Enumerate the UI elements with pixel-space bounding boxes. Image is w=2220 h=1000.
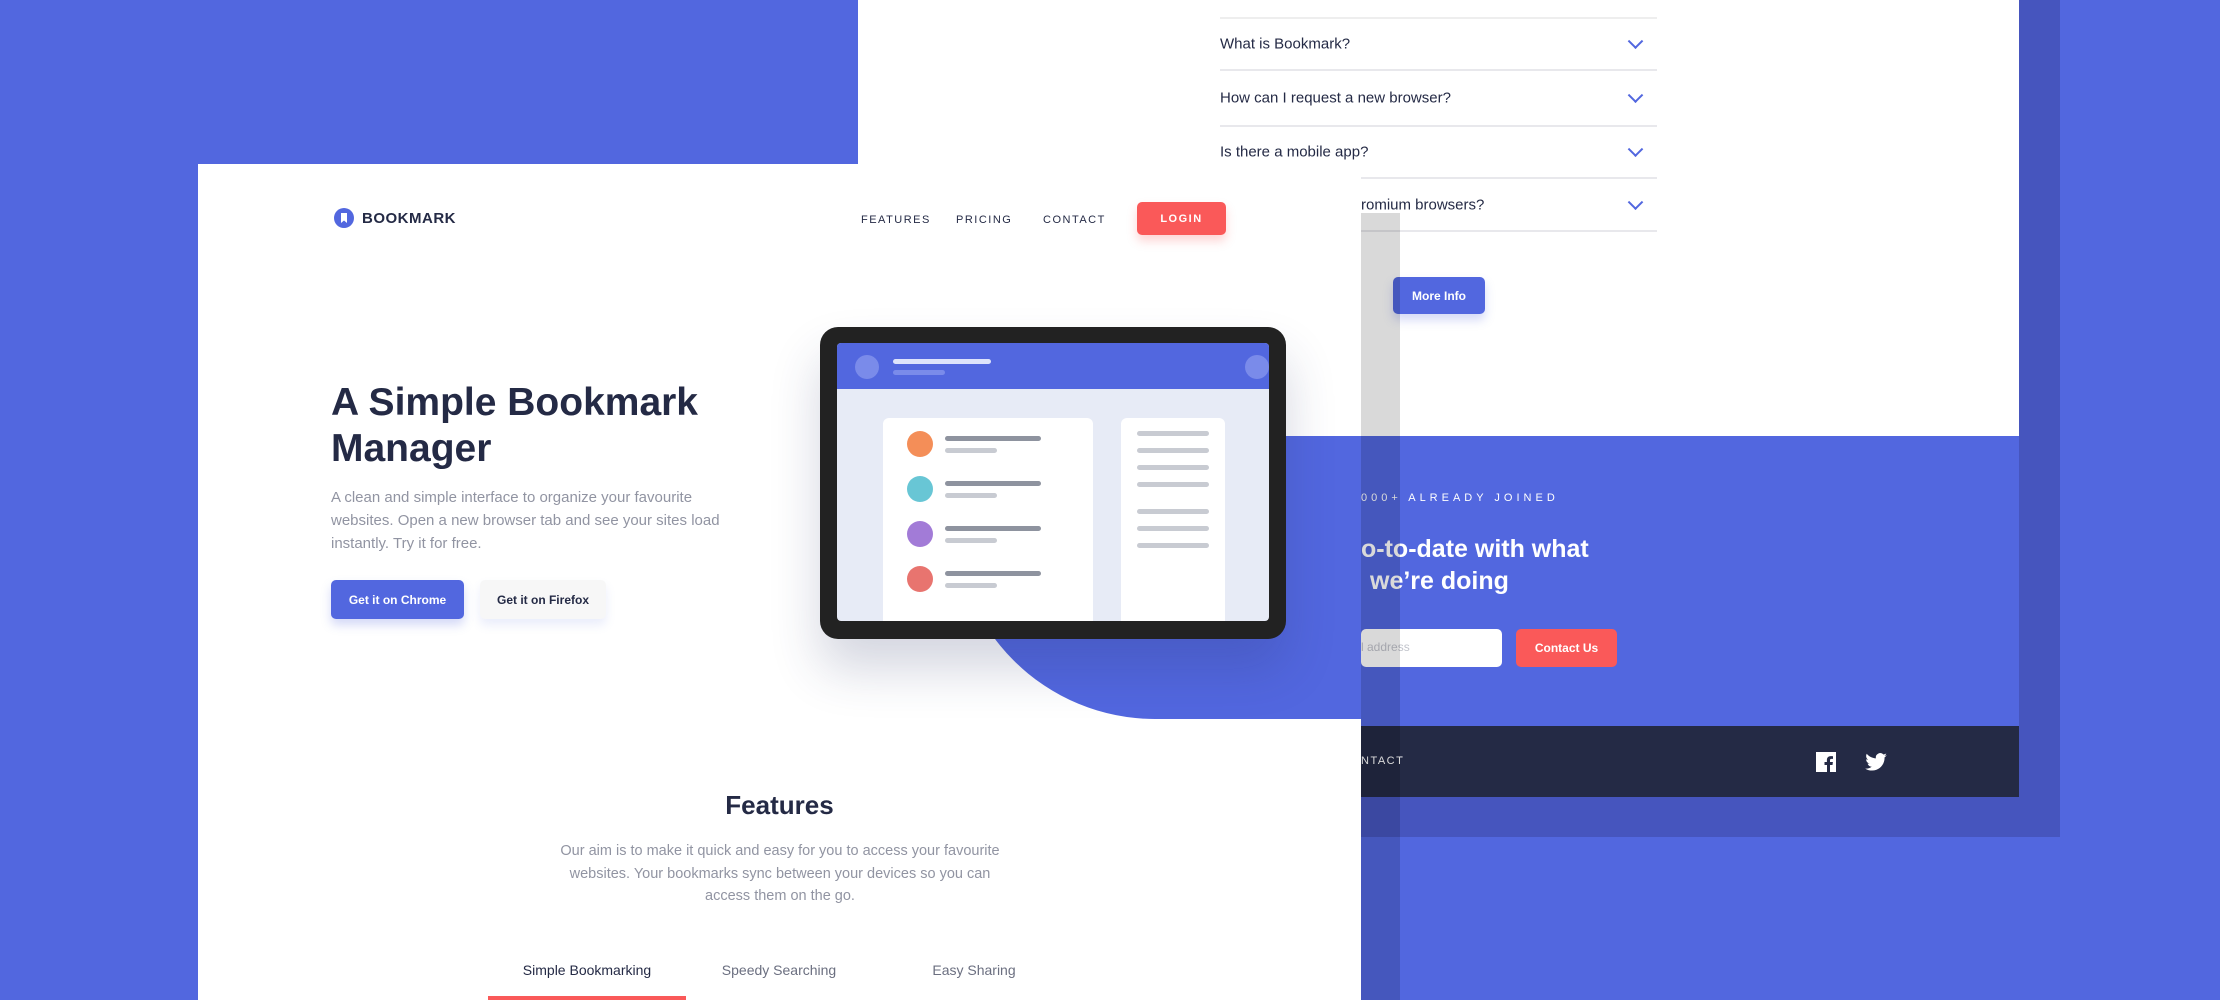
faq-question: How can I request a new browser? — [1220, 89, 1451, 107]
chevron-down-icon[interactable] — [1627, 194, 1644, 211]
faq-item[interactable]: What is Bookmark? — [1220, 19, 1657, 71]
logo[interactable]: BOOKMARK — [334, 208, 456, 228]
login-button[interactable]: LOGIN — [1137, 202, 1226, 235]
hero-title-line1: A Simple Bookmark — [331, 381, 698, 424]
nav-contact[interactable]: CONTACT — [1043, 214, 1106, 226]
faq-question: romium browsers? — [1361, 196, 1485, 214]
faq-question: Is there a mobile app? — [1220, 143, 1369, 161]
faq-item[interactable]: romium browsers? — [1361, 180, 1657, 232]
page-shadow-strip — [1361, 213, 1400, 1000]
bookmark-logo-icon — [334, 208, 354, 228]
facebook-icon[interactable] — [1816, 752, 1836, 772]
features-description: Our aim is to make it quick and easy for… — [560, 843, 1000, 904]
firefox-button[interactable]: Get it on Firefox — [480, 580, 606, 619]
chevron-down-icon[interactable] — [1627, 87, 1644, 104]
chevron-down-icon[interactable] — [1627, 33, 1644, 50]
hero-description: A clean and simple interface to organize… — [331, 489, 720, 552]
contact-us-button[interactable]: Contact Us — [1516, 629, 1617, 667]
faq-question: What is Bookmark? — [1220, 35, 1351, 53]
twitter-icon[interactable] — [1865, 753, 1887, 771]
tablet-illustration — [820, 327, 1286, 639]
tab-easy-sharing[interactable]: Easy Sharing — [875, 962, 1073, 978]
front-page: BOOKMARK FEATURES PRICING CONTACT LOGIN … — [198, 164, 1361, 1000]
hero-title: A Simple Bookmark Manager — [331, 380, 698, 472]
tab-speedy-searching[interactable]: Speedy Searching — [680, 962, 878, 978]
nav-features[interactable]: FEATURES — [861, 214, 931, 226]
chevron-down-icon[interactable] — [1627, 141, 1644, 158]
more-info-button[interactable]: More Info — [1393, 277, 1485, 314]
features-heading: Features — [725, 790, 834, 820]
tab-simple-bookmarking[interactable]: Simple Bookmarking — [488, 962, 686, 978]
chrome-button[interactable]: Get it on Chrome — [331, 580, 464, 619]
nav-pricing[interactable]: PRICING — [956, 214, 1012, 226]
logo-text: BOOKMARK — [362, 209, 456, 227]
faq-item[interactable]: How can I request a new browser? — [1220, 71, 1657, 127]
active-tab-indicator — [488, 996, 686, 1000]
hero-title-line2: Manager — [331, 427, 492, 470]
